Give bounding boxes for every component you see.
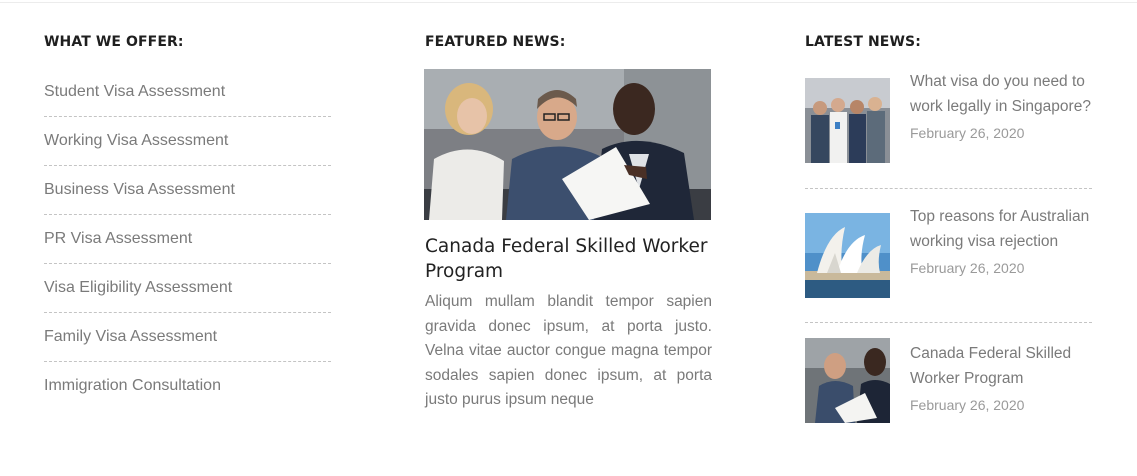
sydney-opera-house-photo bbox=[805, 213, 890, 298]
news-thumbnail[interactable] bbox=[805, 338, 890, 423]
top-divider bbox=[0, 2, 1137, 3]
news-date: February 26, 2020 bbox=[910, 397, 1025, 413]
news-title[interactable]: Canada Federal Skilled Worker Program bbox=[910, 341, 1092, 391]
news-date: February 26, 2020 bbox=[910, 260, 1025, 276]
offer-link-visa-eligibility[interactable]: Visa Eligibility Assessment bbox=[44, 264, 331, 313]
offer-link-working-visa[interactable]: Working Visa Assessment bbox=[44, 117, 331, 166]
news-thumbnail[interactable] bbox=[805, 213, 890, 298]
news-date: February 26, 2020 bbox=[910, 125, 1025, 141]
business-meeting-photo bbox=[424, 69, 711, 220]
news-thumbnail[interactable] bbox=[805, 78, 890, 163]
offer-link-business-visa[interactable]: Business Visa Assessment bbox=[44, 166, 331, 215]
news-title[interactable]: Top reasons for Australian working visa … bbox=[910, 204, 1092, 254]
featured-news-excerpt: Aliqum mullam blandit tempor sapien grav… bbox=[425, 293, 712, 408]
offer-link-student-visa[interactable]: Student Visa Assessment bbox=[44, 68, 331, 117]
offer-list: Student Visa Assessment Working Visa Ass… bbox=[44, 68, 331, 410]
news-divider bbox=[805, 188, 1092, 189]
featured-news-title[interactable]: Canada Federal Skilled Worker Program bbox=[425, 234, 712, 284]
featured-news-image[interactable] bbox=[424, 69, 711, 220]
business-meeting-thumb-photo bbox=[805, 338, 890, 423]
offer-link-pr-visa[interactable]: PR Visa Assessment bbox=[44, 215, 331, 264]
group-people-photo bbox=[805, 78, 890, 163]
news-title[interactable]: What visa do you need to work legally in… bbox=[910, 69, 1092, 119]
news-divider bbox=[805, 322, 1092, 323]
featured-news-heading: FEATURED NEWS: bbox=[425, 34, 566, 50]
latest-news-heading: LATEST NEWS: bbox=[805, 34, 921, 50]
what-we-offer-heading: WHAT WE OFFER: bbox=[44, 34, 184, 50]
offer-link-immigration-consultation[interactable]: Immigration Consultation bbox=[44, 362, 331, 410]
offer-link-family-visa[interactable]: Family Visa Assessment bbox=[44, 313, 331, 362]
